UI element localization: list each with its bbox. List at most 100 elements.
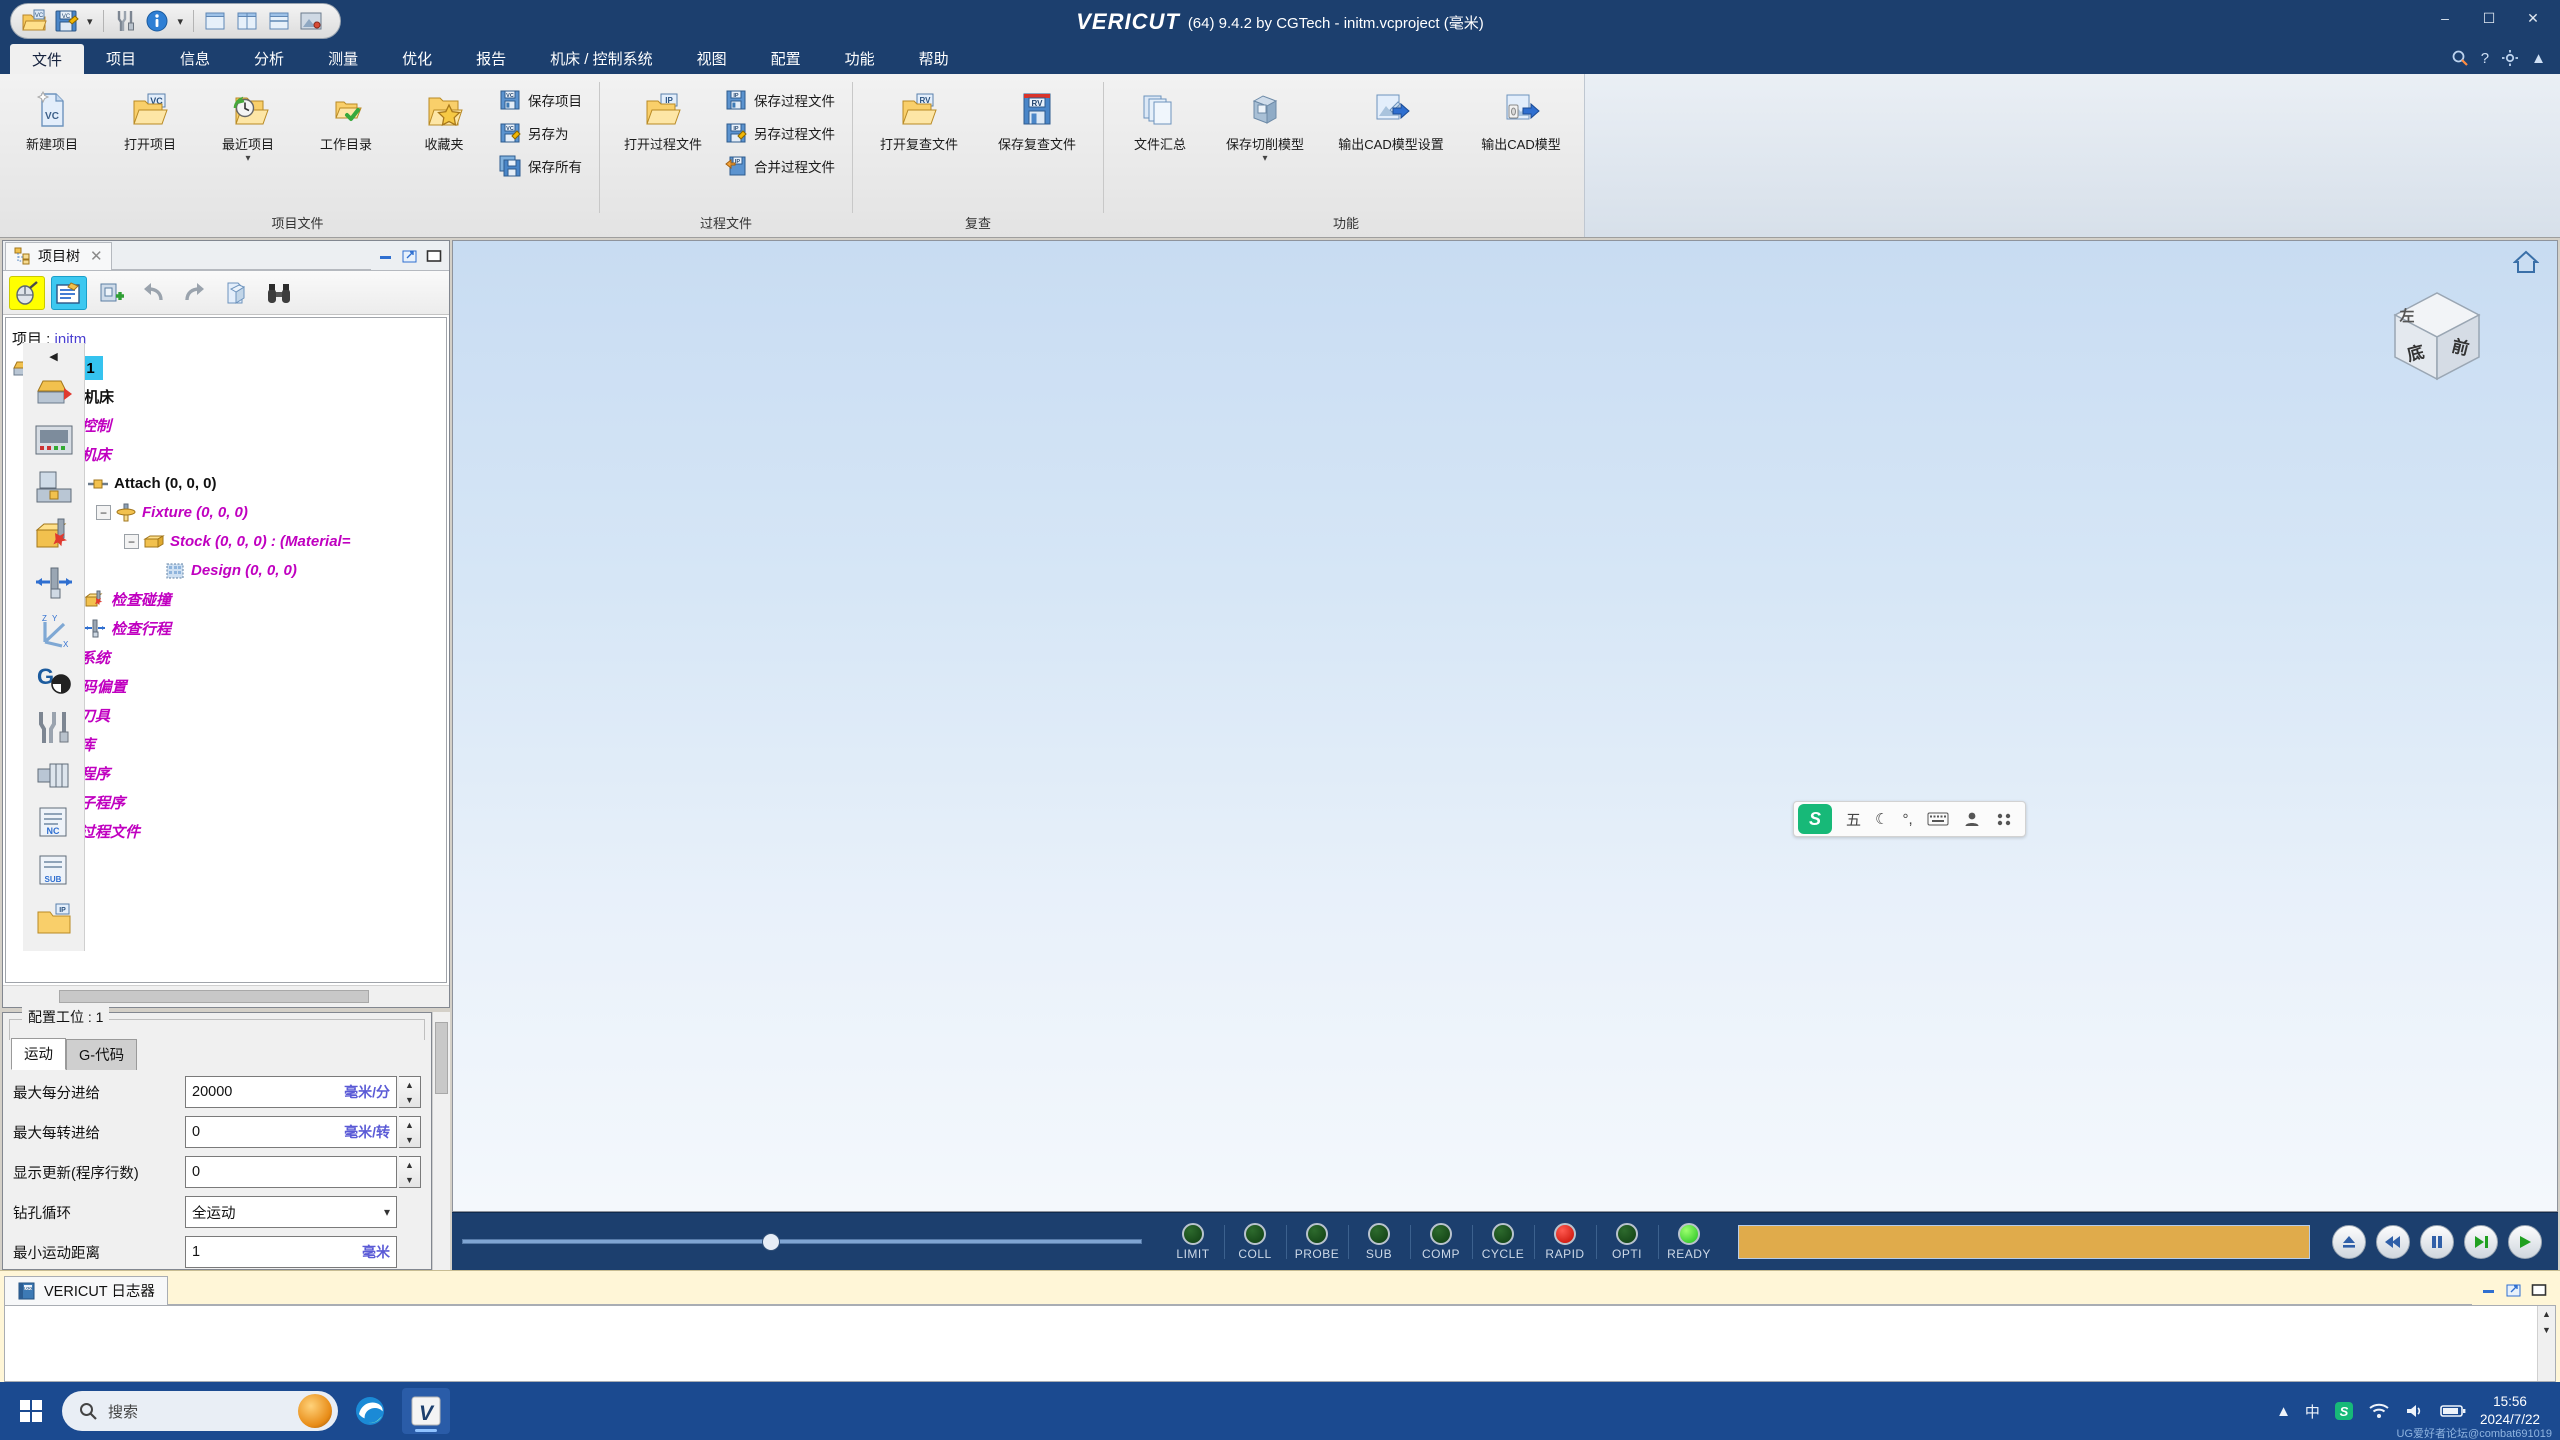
tab-motion[interactable]: 运动: [11, 1038, 66, 1070]
home-icon[interactable]: [2513, 249, 2539, 275]
rail-nc-subroutine-icon[interactable]: SUB: [30, 849, 78, 895]
configure-setup-scrollbar[interactable]: [432, 1012, 450, 1270]
apps-icon[interactable]: [1995, 811, 2013, 827]
search-icon[interactable]: [2451, 49, 2469, 67]
tab-project-tree[interactable]: 项目树 ✕: [5, 241, 112, 270]
taskbar-edge[interactable]: [346, 1388, 394, 1434]
reset-button[interactable]: [2332, 1224, 2366, 1259]
menu-item-report[interactable]: 报告: [454, 42, 528, 74]
rail-machine-icon[interactable]: [30, 465, 78, 511]
stepper-up-icon[interactable]: ▲: [399, 1077, 420, 1092]
rail-save-process-file-icon[interactable]: IP: [30, 897, 78, 943]
search-input[interactable]: 搜索: [62, 1391, 338, 1431]
rail-tooling-icon[interactable]: [30, 705, 78, 751]
menu-item-help[interactable]: 帮助: [897, 42, 971, 74]
max-feed-per-rev-stepper[interactable]: ▲ ▼: [399, 1116, 421, 1148]
stepper-down-icon[interactable]: ▼: [399, 1132, 420, 1147]
display-update-input[interactable]: 0: [185, 1156, 397, 1188]
menu-item-info[interactable]: 信息: [158, 42, 232, 74]
rail-nc-program-icon[interactable]: NC: [30, 801, 78, 847]
recent-projects-dropdown-chevron[interactable]: ▾: [245, 153, 250, 163]
single-step-button[interactable]: [2464, 1224, 2498, 1259]
project-tree-hscrollbar[interactable]: [3, 985, 449, 1007]
stepper-up-icon[interactable]: ▲: [399, 1117, 420, 1132]
max-feed-per-rev-input[interactable]: 0 毫米/转: [185, 1116, 397, 1148]
collapse-ribbon-icon[interactable]: ▲: [2531, 50, 2546, 67]
expander-fixture[interactable]: −: [96, 505, 111, 520]
export-cad-settings-button[interactable]: 输出CAD模型设置: [1322, 80, 1460, 158]
sogou-icon[interactable]: S: [2334, 1401, 2354, 1421]
panel-maximize-icon[interactable]: [425, 248, 443, 264]
save-cut-model-dropdown-chevron[interactable]: ▾: [1262, 153, 1267, 163]
menu-item-view[interactable]: 视图: [675, 42, 749, 74]
working-directory-button[interactable]: 工作目录: [298, 80, 394, 158]
panel-minimize-icon[interactable]: [377, 248, 395, 264]
graphics-viewport[interactable]: 底 前 左 S 五 ☾ °,: [452, 240, 2558, 1212]
file-summary-button[interactable]: 文件汇总: [1112, 80, 1208, 158]
rail-collision-check-icon[interactable]: [30, 513, 78, 559]
save-all-button[interactable]: 保存所有: [494, 152, 591, 180]
min-motion-distance-input[interactable]: 1 毫米: [185, 1236, 397, 1268]
log-scrollbar[interactable]: ▲ ▼: [2537, 1306, 2555, 1381]
save-process-file-button[interactable]: IP 保存过程文件: [720, 86, 844, 114]
project-tree-hscroll-thumb[interactable]: [59, 990, 369, 1003]
punctuation-icon[interactable]: °,: [1902, 811, 1912, 828]
menu-item-features[interactable]: 功能: [823, 42, 897, 74]
play-button[interactable]: [2508, 1224, 2542, 1259]
panel-restore-icon[interactable]: [401, 248, 419, 264]
close-button[interactable]: ✕: [2512, 4, 2554, 32]
stepper-down-icon[interactable]: ▼: [399, 1092, 420, 1107]
log-scroll-up-icon[interactable]: ▲: [2538, 1306, 2555, 1322]
windows-start-icon[interactable]: [8, 1389, 54, 1433]
sogou-logo-icon[interactable]: S: [1798, 804, 1832, 834]
speed-slider[interactable]: [462, 1229, 1142, 1255]
save-project-button[interactable]: VC 保存项目: [494, 86, 591, 114]
close-icon[interactable]: ✕: [90, 247, 103, 265]
favorites-button[interactable]: 收藏夹: [396, 80, 492, 158]
help-icon[interactable]: ?: [2481, 50, 2489, 67]
minimize-button[interactable]: –: [2424, 4, 2466, 32]
copilot-orb-icon[interactable]: [298, 1394, 332, 1428]
max-feed-per-minute-input[interactable]: 20000 毫米/分: [185, 1076, 397, 1108]
open-project-button[interactable]: VC 打开项目: [102, 80, 198, 158]
pause-button[interactable]: [2420, 1224, 2454, 1259]
save-review-file-button[interactable]: RV 保存复查文件: [979, 80, 1095, 158]
settings-icon[interactable]: [2501, 49, 2519, 67]
tab-vericut-logger[interactable]: LOG VERICUT 日志器: [4, 1275, 168, 1305]
menu-item-configure[interactable]: 配置: [749, 42, 823, 74]
log-body[interactable]: ▲ ▼: [4, 1305, 2556, 1382]
undo-icon[interactable]: [135, 276, 171, 310]
volume-icon[interactable]: [2404, 1402, 2426, 1420]
rail-travel-limits-icon[interactable]: [30, 561, 78, 607]
tab-gcode[interactable]: G-代码: [66, 1039, 138, 1070]
redo-icon[interactable]: [177, 276, 213, 310]
merge-process-file-button[interactable]: IP 合并过程文件: [720, 152, 844, 180]
ime-mode-icon[interactable]: 中: [2305, 1401, 2320, 1422]
new-project-button[interactable]: VC 新建项目: [4, 80, 100, 158]
ime-floating-toolbar[interactable]: S 五 ☾ °,: [1793, 801, 2026, 837]
save-cut-model-button[interactable]: 保存切削模型 ▾: [1210, 80, 1320, 168]
menu-item-file[interactable]: 文件: [10, 44, 85, 74]
drill-cycle-select[interactable]: 全运动 ▾: [185, 1196, 397, 1228]
log-scroll-down-icon[interactable]: ▼: [2538, 1322, 2555, 1338]
wifi-icon[interactable]: [2368, 1402, 2390, 1420]
taskbar-vericut[interactable]: V: [402, 1388, 450, 1434]
open-process-file-button[interactable]: IP 打开过程文件: [608, 80, 718, 158]
rail-coordinate-system-icon[interactable]: Z Y X: [30, 609, 78, 655]
menu-item-project[interactable]: 项目: [84, 42, 158, 74]
ime-mode-label[interactable]: 五: [1846, 809, 1861, 830]
display-update-stepper[interactable]: ▲ ▼: [399, 1156, 421, 1188]
rail-gcode-offsets-icon[interactable]: G: [30, 657, 78, 703]
mouse-config-icon[interactable]: [9, 275, 45, 310]
menu-item-analysis[interactable]: 分析: [232, 42, 306, 74]
keyboard-icon[interactable]: [1927, 812, 1949, 826]
stepper-up-icon[interactable]: ▲: [399, 1157, 420, 1172]
configure-setup-scroll-thumb[interactable]: [435, 1022, 448, 1094]
rail-control-icon[interactable]: [30, 417, 78, 463]
log-minimize-icon[interactable]: [2480, 1282, 2498, 1298]
model-export-icon[interactable]: [219, 276, 255, 310]
save-as-button[interactable]: VC 另存为: [494, 119, 591, 147]
open-review-file-button[interactable]: RV 打开复查文件: [861, 80, 977, 158]
menu-item-machine-control[interactable]: 机床 / 控制系统: [528, 42, 675, 74]
menu-item-measure[interactable]: 测量: [306, 42, 380, 74]
